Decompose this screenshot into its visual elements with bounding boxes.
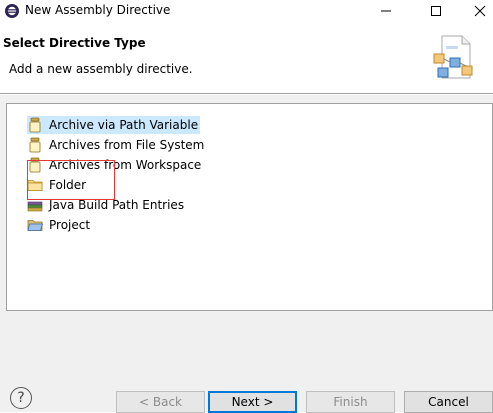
tree-item-project[interactable]: Project <box>27 216 92 234</box>
folder-icon <box>27 177 43 193</box>
eclipse-app-icon <box>4 3 20 19</box>
tree-item-label: Archive via Path Variable <box>49 118 199 132</box>
window-title: New Assembly Directive <box>25 3 171 17</box>
next-button[interactable]: Next > <box>208 391 297 413</box>
tree-item-label: Folder <box>49 178 87 192</box>
jar-icon <box>27 157 43 173</box>
tree-item-label: Project <box>49 218 91 232</box>
jar-icon <box>27 137 43 153</box>
minimize-icon <box>381 10 391 12</box>
jar-icon <box>27 117 43 133</box>
help-button[interactable]: ? <box>10 387 32 409</box>
maximize-button[interactable] <box>416 0 456 22</box>
tree-item-folder[interactable]: Folder <box>27 176 88 194</box>
directive-type-tree[interactable]: Archive via Path Variable Archives from … <box>6 103 493 311</box>
minimize-button[interactable] <box>366 0 406 22</box>
wizard-content: Archive via Path Variable Archives from … <box>0 95 493 413</box>
tree-item-archives-from-workspace[interactable]: Archives from Workspace <box>27 156 203 174</box>
maximize-icon <box>431 6 441 16</box>
cancel-button[interactable]: Cancel <box>404 391 493 413</box>
tree-item-label: Archives from File System <box>49 138 205 152</box>
tree-item-archives-from-file-system[interactable]: Archives from File System <box>27 136 206 154</box>
finish-button[interactable]: Finish <box>306 391 395 413</box>
page-description: Add a new assembly directive. <box>9 62 193 76</box>
tree-item-archive-via-path-variable[interactable]: Archive via Path Variable <box>27 116 201 134</box>
wizard-banner-icon <box>432 32 478 82</box>
close-icon <box>474 5 486 17</box>
tree-item-java-build-path-entries[interactable]: Java Build Path Entries <box>27 196 186 214</box>
title-bar: New Assembly Directive <box>0 0 493 22</box>
page-title: Select Directive Type <box>3 36 146 50</box>
tree-item-label: Java Build Path Entries <box>49 198 185 212</box>
library-icon <box>27 197 43 213</box>
wizard-header: Select Directive Type Add a new assembly… <box>0 22 493 94</box>
close-button[interactable] <box>460 0 493 22</box>
tree-item-label: Archives from Workspace <box>49 158 202 172</box>
project-folder-icon <box>27 217 43 233</box>
back-button[interactable]: < Back <box>116 391 205 413</box>
